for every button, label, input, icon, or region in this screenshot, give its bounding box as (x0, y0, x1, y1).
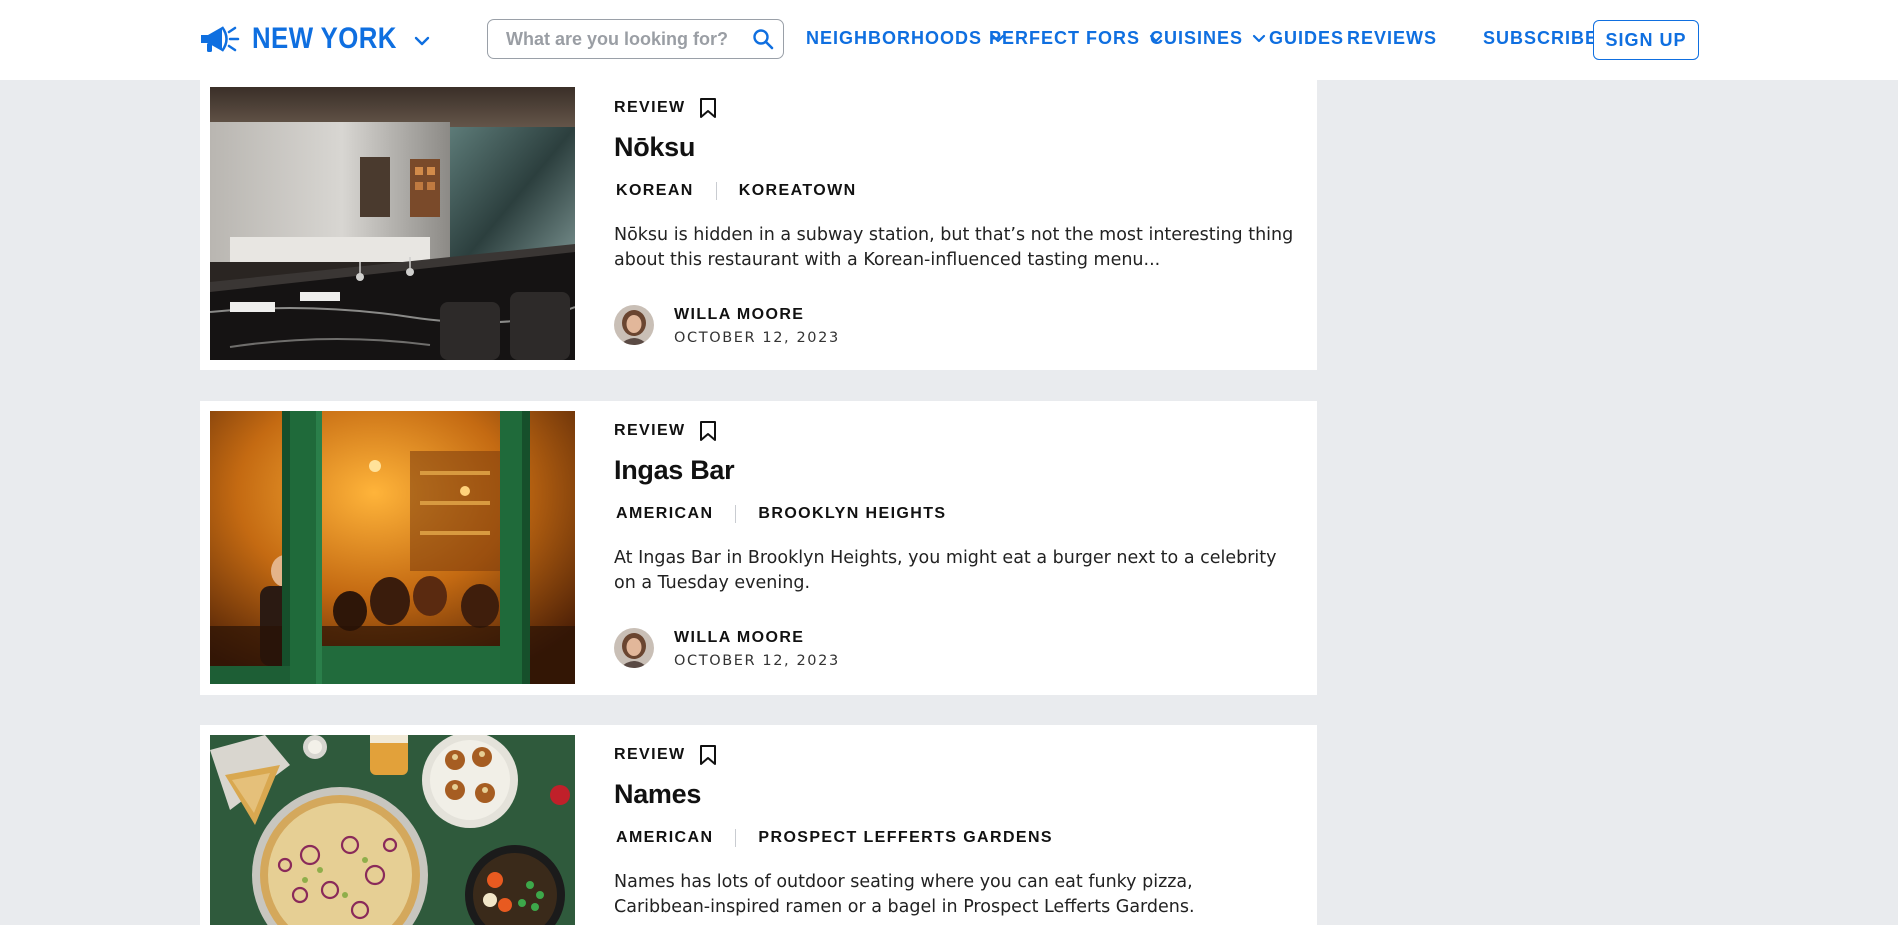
review-card[interactable]: REVIEW Names AMERICAN PROSPECT LEFFERTS … (200, 725, 1317, 925)
cuisine-tag[interactable]: AMERICAN (616, 829, 713, 847)
review-type-label: REVIEW (614, 422, 686, 439)
nav-neighborhoods[interactable]: NEIGHBORHOODS (806, 28, 1006, 49)
search-box (487, 19, 784, 59)
subscribe-label: SUBSCRIBE (1483, 28, 1599, 48)
nav-label: NEIGHBORHOODS (806, 28, 983, 48)
neighborhood-tag[interactable]: KOREATOWN (739, 182, 857, 200)
neighborhood-tag[interactable]: BROOKLYN HEIGHTS (758, 505, 946, 523)
review-date: OCTOBER 12, 2023 (674, 330, 840, 346)
review-card[interactable]: REVIEW Ingas Bar AMERICAN BROOKLYN HEIGH… (200, 401, 1317, 695)
nav-guides[interactable]: GUIDES (1269, 28, 1344, 49)
review-description: At Ingas Bar in Brooklyn Heights, you mi… (614, 548, 1277, 593)
review-type-row: REVIEW (614, 97, 717, 119)
city-name: NEW YORK (252, 22, 397, 55)
tag-divider (715, 182, 717, 200)
nav-reviews[interactable]: REVIEWS (1347, 28, 1437, 49)
subscribe-link[interactable]: SUBSCRIBE (1483, 28, 1598, 49)
review-image[interactable] (210, 735, 575, 925)
review-type-row: REVIEW (614, 420, 717, 442)
site-logo[interactable]: NEW YORK (198, 22, 420, 56)
chevron-down-icon (1252, 34, 1266, 42)
review-title[interactable]: Names (614, 779, 701, 810)
sign-up-label: SIGN UP (1605, 29, 1687, 50)
chevron-down-icon[interactable] (411, 30, 433, 52)
review-date: OCTOBER 12, 2023 (674, 653, 840, 669)
bookmark-icon[interactable] (699, 97, 717, 119)
bookmark-icon[interactable] (699, 744, 717, 766)
search-icon[interactable] (752, 28, 774, 50)
cuisine-tag[interactable]: AMERICAN (616, 505, 713, 523)
review-tags: AMERICAN BROOKLYN HEIGHTS (616, 505, 946, 523)
review-image[interactable] (210, 87, 575, 360)
search-input[interactable] (506, 28, 746, 50)
review-image[interactable] (210, 411, 575, 684)
review-tags: KOREAN KOREATOWN (616, 182, 857, 200)
review-description: Nōksu is hidden in a subway station, but… (614, 225, 1294, 270)
nav-cuisines[interactable]: CUISINES (1150, 28, 1267, 49)
nav-label: PERFECT FORS (989, 28, 1141, 48)
review-type-row: REVIEW (614, 744, 717, 766)
review-tags: AMERICAN PROSPECT LEFFERTS GARDENS (616, 829, 1053, 847)
nav-perfect-fors[interactable]: PERFECT FORS (989, 28, 1164, 49)
review-title[interactable]: Ingas Bar (614, 455, 735, 486)
tag-divider (735, 505, 737, 523)
nav-label: REVIEWS (1347, 28, 1438, 48)
tag-divider (735, 829, 737, 847)
bookmark-icon[interactable] (699, 420, 717, 442)
author-name[interactable]: WILLA MOORE (674, 306, 804, 324)
review-type-label: REVIEW (614, 746, 686, 763)
author-portrait (614, 305, 654, 345)
author-name[interactable]: WILLA MOORE (674, 629, 804, 647)
restaurant-photo (210, 735, 575, 925)
review-title[interactable]: Nōksu (614, 132, 695, 163)
review-card[interactable]: REVIEW Nōksu KOREAN KOREATOWN Nōksu is h… (200, 70, 1317, 370)
restaurant-photo (210, 87, 575, 360)
neighborhood-tag[interactable]: PROSPECT LEFFERTS GARDENS (758, 829, 1053, 847)
restaurant-photo (210, 411, 575, 684)
nav-label: CUISINES (1150, 28, 1244, 48)
sign-up-button[interactable]: SIGN UP (1593, 20, 1699, 60)
author-avatar[interactable] (614, 305, 654, 345)
author-avatar[interactable] (614, 628, 654, 668)
review-type-label: REVIEW (614, 99, 686, 116)
site-header: NEW YORK NEIGHBORHOODS PERFECT FORS CUIS… (0, 0, 1898, 80)
author-portrait (614, 628, 654, 668)
nav-label: GUIDES (1269, 28, 1345, 48)
megaphone-icon (201, 26, 240, 52)
cuisine-tag[interactable]: KOREAN (616, 182, 694, 200)
review-description: Names has lots of outdoor seating where … (614, 872, 1195, 917)
